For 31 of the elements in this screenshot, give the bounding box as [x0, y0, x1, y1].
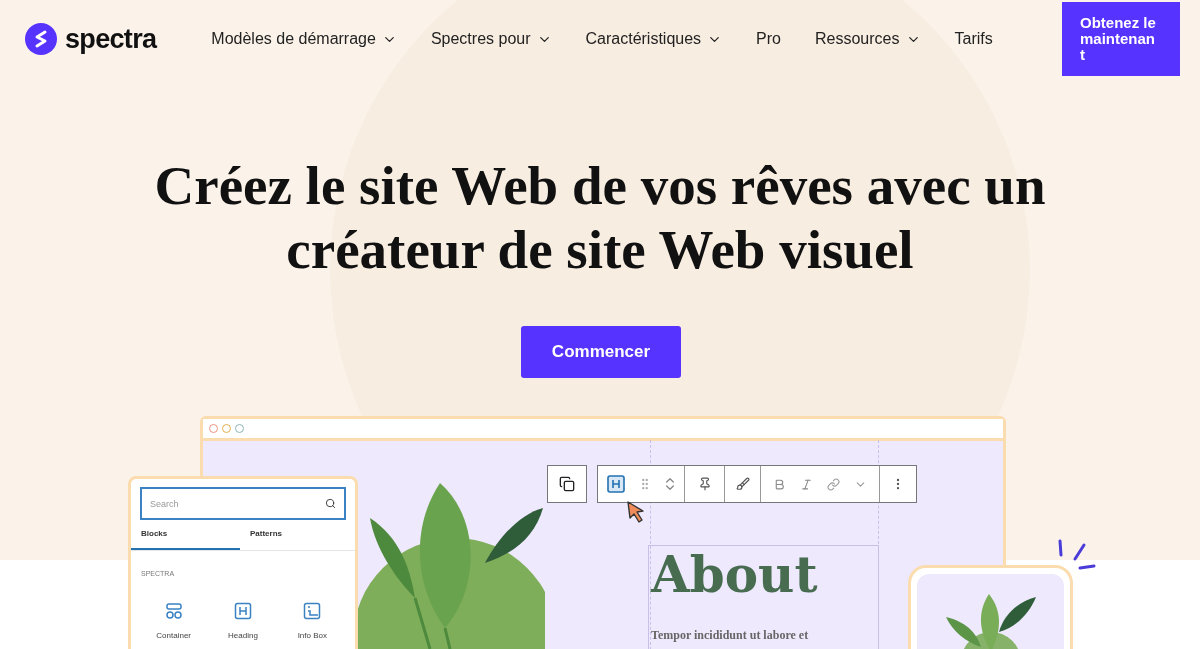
block-label[interactable]: Heading — [228, 629, 258, 642]
brush-icon[interactable] — [735, 477, 750, 491]
link-icon[interactable] — [827, 477, 840, 491]
nav-link[interactable]: Ressources — [815, 27, 921, 51]
nav-link[interactable]: Caractéristiques — [585, 27, 723, 51]
hero-title: Créez le site Web de vos rêves avec un créateur de site Web visuel — [153, 154, 1047, 282]
duplicate-button[interactable] — [547, 465, 587, 503]
pin-icon[interactable] — [697, 477, 712, 491]
container-icon — [164, 601, 183, 620]
copy-icon — [559, 476, 575, 492]
nav-link[interactable]: Pro — [756, 27, 781, 51]
nav-link[interactable]: Spectres pour — [430, 27, 552, 51]
cta-button[interactable]: Obtenez le maintenan t — [1062, 2, 1180, 76]
inserter-tab[interactable]: Patterns — [240, 528, 349, 550]
nav-link[interactable]: Modèles de démarrage — [211, 27, 397, 51]
block-label[interactable]: Container — [156, 629, 191, 642]
inserter-tab[interactable]: Blocks — [131, 528, 240, 550]
about-heading: About — [651, 546, 819, 604]
search-field[interactable]: Search — [140, 487, 346, 520]
nav-link[interactable]: Tarifs — [954, 27, 993, 51]
heading-block-icon[interactable] — [606, 474, 626, 494]
italic-icon[interactable] — [800, 477, 813, 491]
heading-icon — [234, 601, 252, 620]
search-icon — [325, 498, 336, 509]
block-label[interactable]: Info Box — [297, 629, 327, 642]
start-button[interactable]: Commencer — [521, 326, 681, 378]
bold-icon[interactable] — [773, 477, 786, 491]
logo-icon — [25, 23, 57, 55]
info-box-icon — [303, 601, 322, 620]
logo-text: spectra — [65, 22, 157, 56]
about-text: Tempor incididunt ut labore et — [651, 627, 810, 644]
